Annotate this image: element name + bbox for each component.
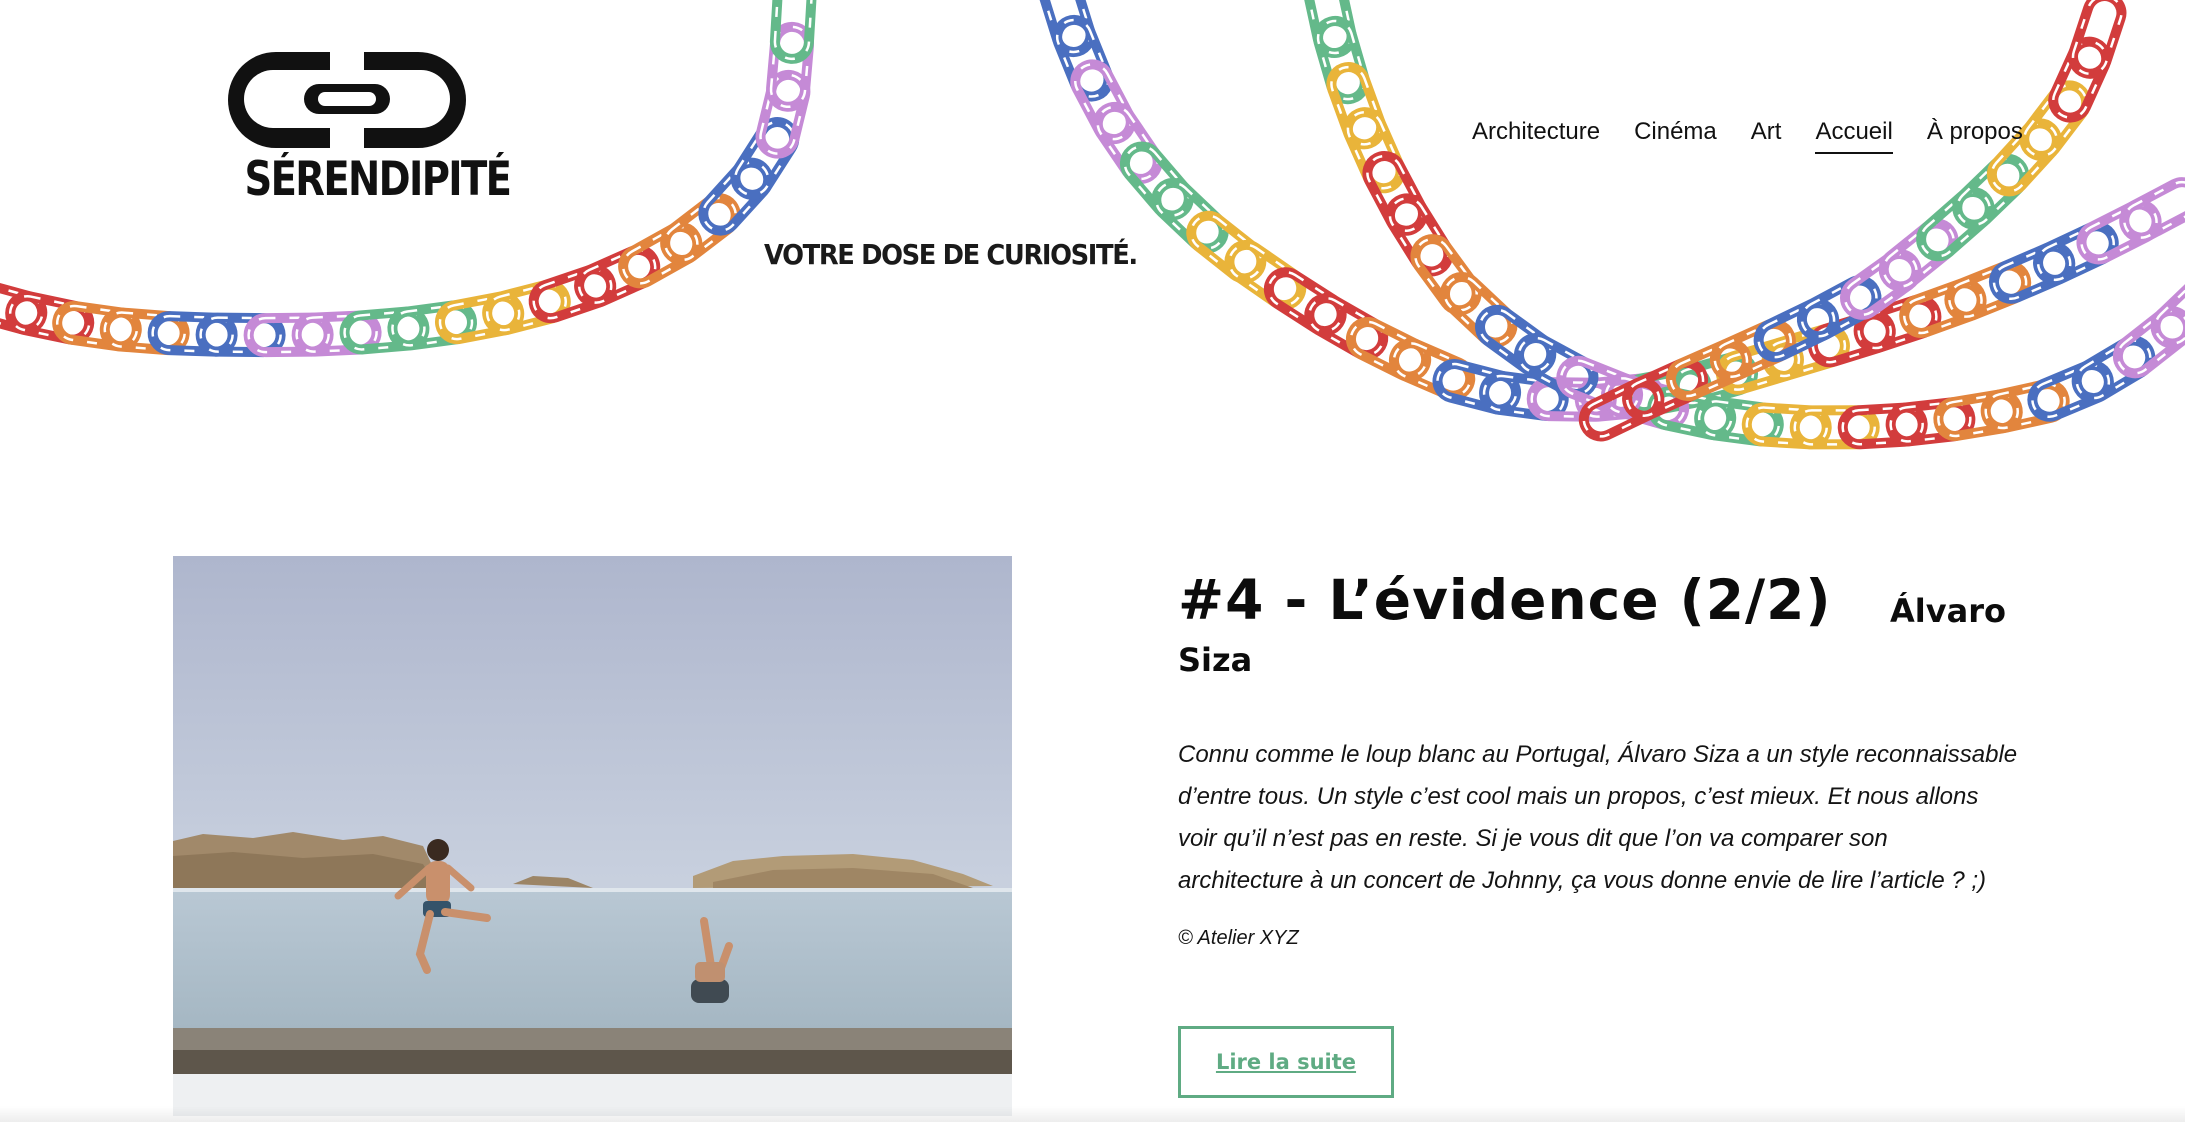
nav-link-accueil[interactable]: Accueil [1815, 118, 1893, 154]
chain-link [1944, 260, 2032, 322]
photo-credit: © Atelier XYZ [1178, 927, 1299, 949]
article-preview: #4 - L’évidence (2/2) Álvaro Siza Connu … [1178, 568, 2018, 1098]
read-more-button[interactable]: Lire la suite [1178, 1026, 1394, 1098]
article-subtitle-part2: Siza [1178, 641, 1253, 679]
article-excerpt: Connu comme le loup blanc au Portugal, Á… [1178, 741, 2018, 894]
article-heading: #4 - L’évidence (2/2) Álvaro Siza [1178, 568, 2018, 688]
nav-link-architecture[interactable]: Architecture [1472, 118, 1600, 154]
brand-name: SÉRENDIPITÉ [244, 152, 512, 207]
chain-link [528, 264, 617, 324]
article-photo[interactable] [173, 556, 1012, 1116]
chain-link [482, 279, 571, 336]
chain-link [1432, 359, 1522, 415]
chain-link [5, 291, 95, 345]
article-subtitle-part1: Álvaro [1890, 592, 2006, 630]
nav-link-cinema[interactable]: Cinéma [1634, 118, 1717, 154]
chain-link [1980, 379, 2070, 434]
chain-link [1853, 294, 1942, 354]
site-logo[interactable]: SÉRENDIPITÉ [222, 48, 512, 208]
main-nav: Architecture Cinéma Art Accueil À propos [1472, 118, 2023, 154]
chain-link [1326, 62, 1387, 150]
nav-link-a-propos[interactable]: À propos [1927, 118, 2023, 154]
bottom-edge-shadow [0, 1106, 2185, 1122]
tagline: VOTRE DOSE DE CURIOSITÉ. [764, 238, 1138, 271]
chain-link-logo-icon [228, 52, 466, 148]
nav-link-art[interactable]: Art [1751, 118, 1782, 154]
chain-link [1313, 15, 1370, 105]
chain-link [1052, 14, 1114, 102]
article-title[interactable]: #4 - L’évidence (2/2) [1178, 568, 1832, 632]
